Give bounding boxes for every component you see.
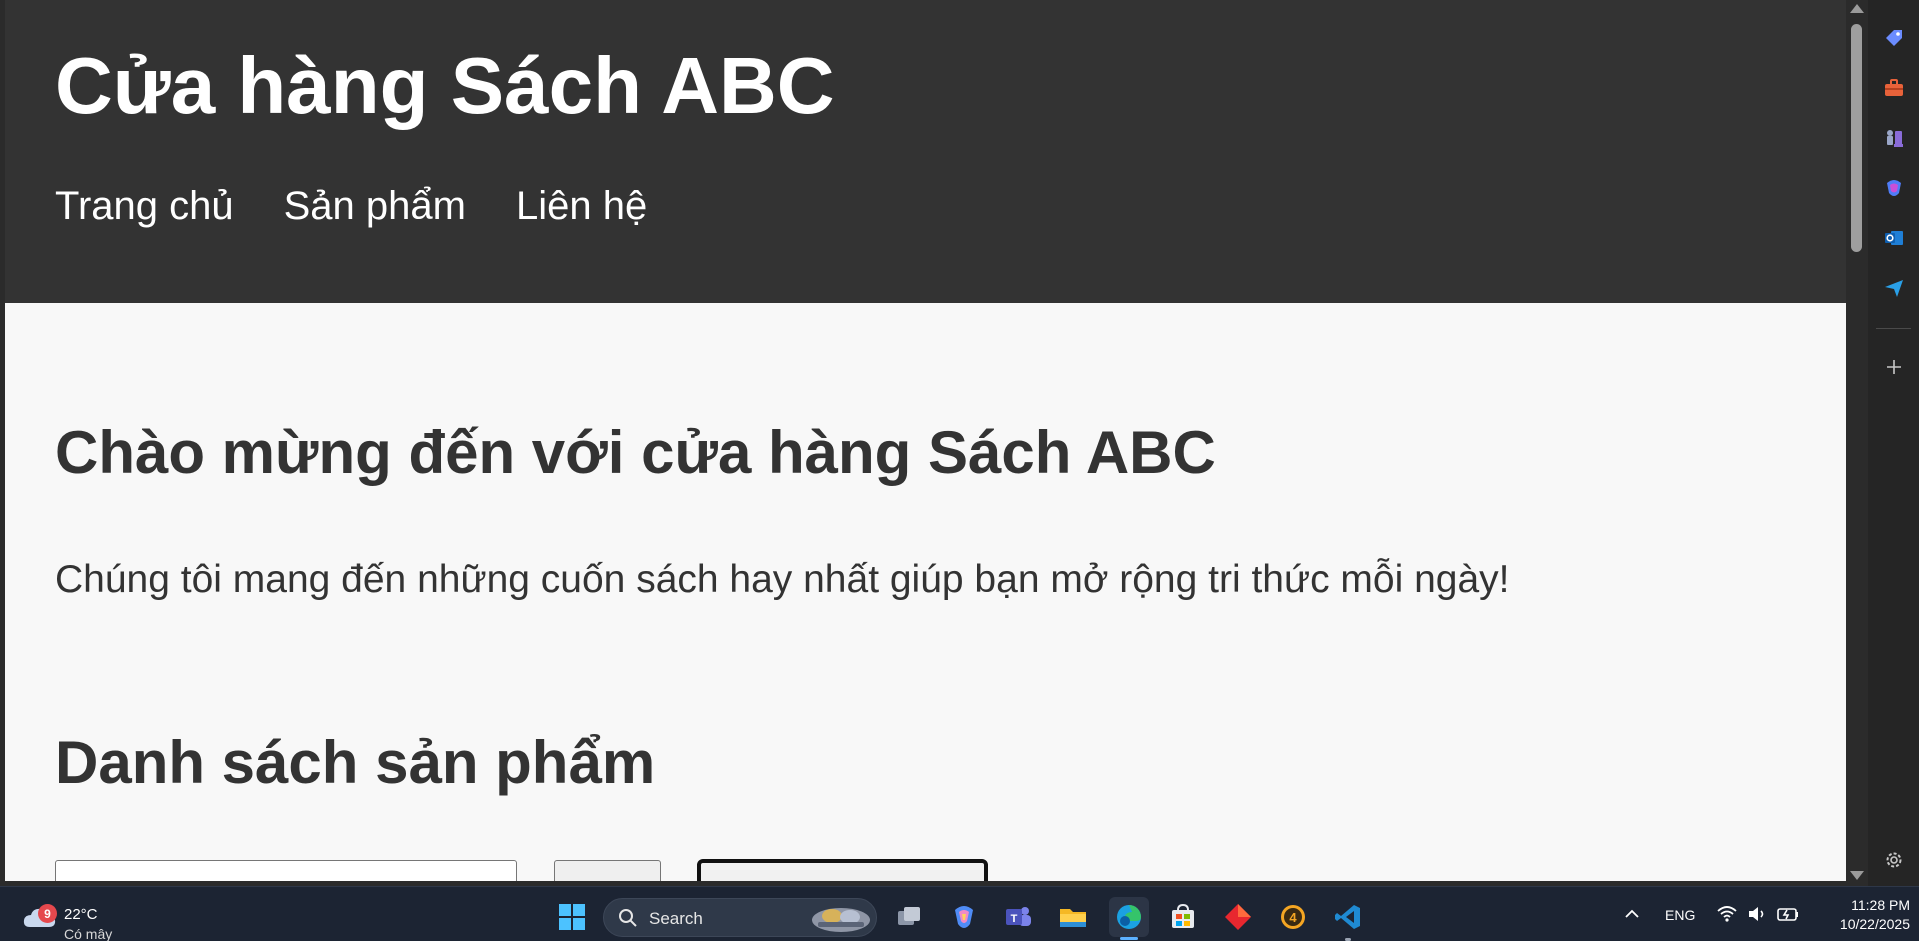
edge-sidebar bbox=[1868, 0, 1919, 886]
teams-icon[interactable]: T bbox=[998, 897, 1038, 937]
edge-icon[interactable] bbox=[1109, 897, 1149, 937]
orange-4-app-icon[interactable]: 4 bbox=[1273, 897, 1313, 937]
taskbar-search-box[interactable]: Search bbox=[603, 898, 877, 937]
gear-icon[interactable] bbox=[1882, 848, 1906, 872]
weather-temperature: 22°C bbox=[64, 906, 98, 923]
wifi-icon bbox=[1717, 906, 1737, 922]
welcome-heading: Chào mừng đến với cửa hàng Sách ABC bbox=[55, 419, 1216, 486]
edge-active-indicator bbox=[1120, 937, 1138, 940]
battery-icon bbox=[1777, 908, 1798, 921]
nav-link-products[interactable]: Sản phẩm bbox=[284, 184, 466, 229]
scroll-thumb[interactable] bbox=[1851, 24, 1862, 252]
scroll-up-arrow-icon[interactable] bbox=[1850, 4, 1864, 13]
welcome-text: Chúng tôi mang đến những cuốn sách hay n… bbox=[55, 558, 1510, 601]
nav-link-contact[interactable]: Liên hệ bbox=[516, 184, 647, 229]
send-icon[interactable] bbox=[1882, 276, 1906, 300]
product-search-button[interactable] bbox=[554, 860, 661, 881]
windows-taskbar: 9 22°C Có mây Search T 4 ENG 11:28 PM 10… bbox=[0, 886, 1919, 941]
plus-icon[interactable] bbox=[1882, 355, 1906, 379]
weather-widget[interactable]: 9 22°C Có mây bbox=[20, 895, 130, 941]
copilot-icon[interactable] bbox=[1882, 176, 1906, 200]
input-language[interactable]: ENG bbox=[1665, 907, 1695, 923]
web-page: Cửa hàng Sách ABC Trang chủ Sản phẩm Liê… bbox=[5, 0, 1846, 881]
outlook-icon[interactable] bbox=[1882, 226, 1906, 250]
svg-text:T: T bbox=[1011, 913, 1018, 925]
windows-start-icon[interactable] bbox=[552, 897, 592, 937]
file-explorer-icon[interactable] bbox=[1053, 897, 1093, 937]
taskbar-search-label: Search bbox=[649, 909, 703, 928]
svg-text:4: 4 bbox=[1289, 910, 1297, 925]
search-icon bbox=[619, 909, 637, 927]
weather-badge: 9 bbox=[38, 904, 57, 923]
products-heading: Danh sách sản phẩm bbox=[55, 729, 656, 796]
system-tray-icons[interactable] bbox=[1716, 903, 1802, 925]
task-view-icon[interactable] bbox=[889, 897, 929, 937]
scroll-down-arrow-icon[interactable] bbox=[1850, 871, 1864, 880]
clock-time: 11:28 PM bbox=[1851, 897, 1910, 913]
toolbox-icon[interactable] bbox=[1882, 76, 1906, 100]
store-icon[interactable] bbox=[1163, 897, 1203, 937]
site-header: Cửa hàng Sách ABC Trang chủ Sản phẩm Liê… bbox=[5, 0, 1846, 303]
volume-icon bbox=[1749, 907, 1764, 921]
weather-condition: Có mây bbox=[64, 926, 113, 941]
clock-date: 10/22/2025 bbox=[1839, 916, 1910, 932]
product-filter-select[interactable] bbox=[697, 859, 988, 881]
main-nav: Trang chủ Sản phẩm Liên hệ bbox=[55, 184, 647, 229]
chess-icon[interactable] bbox=[1882, 126, 1906, 150]
site-title: Cửa hàng Sách ABC bbox=[55, 41, 835, 130]
browser-viewport: Cửa hàng Sách ABC Trang chủ Sản phẩm Liê… bbox=[0, 0, 1868, 886]
sidebar-divider bbox=[1876, 328, 1911, 329]
taskbar-clock[interactable]: 11:28 PM 10/22/2025 bbox=[1810, 897, 1910, 932]
chevron-up-icon[interactable] bbox=[1623, 905, 1641, 923]
product-search-input[interactable] bbox=[55, 860, 517, 881]
page-scrollbar[interactable] bbox=[1846, 0, 1868, 886]
tag-icon[interactable] bbox=[1882, 26, 1906, 50]
nav-link-home[interactable]: Trang chủ bbox=[55, 184, 234, 229]
red-diamond-app-icon[interactable] bbox=[1218, 897, 1258, 937]
copilot-app-icon[interactable] bbox=[944, 897, 984, 937]
search-highlight-image-icon bbox=[812, 908, 870, 932]
vscode-icon[interactable] bbox=[1328, 897, 1368, 937]
